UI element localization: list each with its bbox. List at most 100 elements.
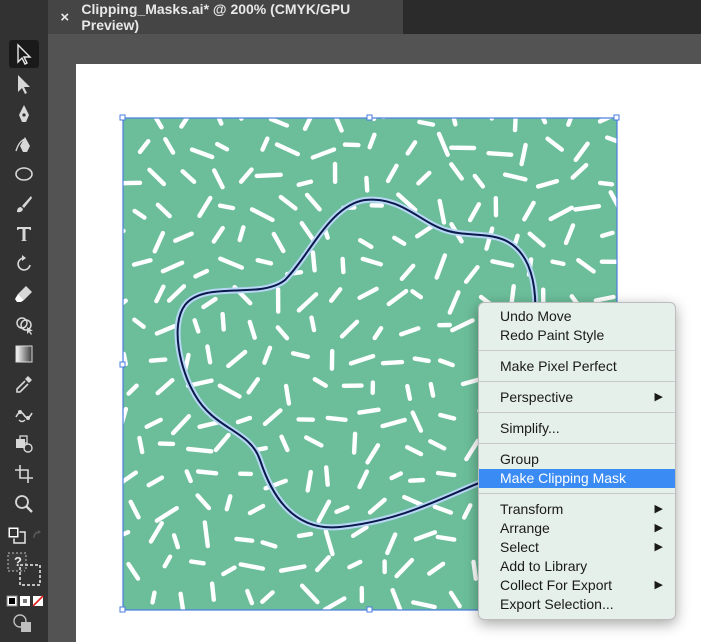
submenu-arrow-icon: ▶: [654, 579, 663, 591]
sprinkle: [610, 621, 626, 623]
menu-item-label: Group: [500, 451, 539, 467]
menu-item-label: Collect For Export: [500, 577, 613, 593]
sprinkle: [377, 625, 387, 640]
menu-item-group[interactable]: Group: [479, 450, 675, 469]
sprinkle: [380, 359, 405, 366]
sprinkle: [648, 257, 659, 267]
menu-separator: [479, 381, 675, 382]
sprinkle: [169, 615, 171, 629]
sprinkle: [195, 469, 219, 476]
sprinkle: [305, 469, 313, 493]
sprinkle: [405, 383, 413, 401]
sprinkle: [550, 259, 566, 267]
menu-item-collect-for-export[interactable]: Collect For Export ▶: [479, 576, 675, 595]
menu-item-label: Make Pixel Perfect: [500, 358, 617, 374]
menu-item-add-to-library[interactable]: Add to Library: [479, 557, 675, 576]
sprinkle: [340, 256, 346, 275]
menu-separator: [479, 443, 675, 444]
sprinkle: [381, 118, 389, 120]
sprinkle: [239, 118, 245, 121]
sprinkle: [464, 616, 472, 633]
sprinkle: [112, 119, 120, 129]
sprinkle: [309, 315, 317, 333]
sprinkle: [628, 231, 643, 243]
sprinkle: [325, 415, 348, 422]
sprinkle: [185, 446, 214, 454]
sprinkle: [310, 250, 317, 273]
menu-item-label: Export Selection...: [500, 596, 614, 612]
sprinkle: [123, 180, 143, 186]
sprinkle: [408, 477, 426, 483]
sprinkle: [412, 356, 431, 364]
menu-item-make-clipping-mask[interactable]: Make Clipping Mask: [479, 469, 675, 488]
sprinkle: [314, 615, 318, 632]
menu-separator: [479, 493, 675, 494]
sprinkle: [324, 465, 330, 487]
sprinkle: [296, 179, 314, 188]
sprinkle: [513, 631, 535, 634]
menu-item-export-selection[interactable]: Export Selection...: [479, 595, 675, 614]
sprinkle: [488, 622, 510, 629]
sprinkle: [202, 520, 211, 549]
sprinkle: [512, 118, 518, 133]
sprinkle: [283, 383, 292, 406]
sprinkle: [600, 230, 615, 239]
menu-item-transform[interactable]: Transform ▶: [479, 500, 675, 519]
sprinkle: [220, 311, 226, 332]
sprinkle: [254, 172, 283, 179]
sprinkle: [364, 175, 370, 193]
sprinkle: [344, 620, 359, 625]
menu-item-label: Perspective: [500, 389, 574, 405]
sprinkle: [234, 536, 255, 543]
menu-item-select[interactable]: Select ▶: [479, 538, 675, 557]
submenu-arrow-icon: ▶: [654, 541, 663, 553]
sprinkle: [255, 258, 274, 266]
sprinkle: [205, 344, 213, 365]
sprinkle: [641, 210, 662, 213]
sprinkle: [217, 203, 236, 211]
sprinkle: [638, 149, 648, 153]
sprinkle: [342, 142, 361, 148]
sprinkle: [598, 180, 615, 187]
sprinkle: [357, 407, 381, 415]
menu-item-label: Make Clipping Mask: [500, 470, 627, 486]
sprinkle: [209, 581, 217, 602]
sprinkle: [580, 633, 602, 635]
submenu-arrow-icon: ▶: [654, 522, 663, 534]
sprinkle: [148, 357, 168, 363]
menu-item-redo-paint-style[interactable]: Redo Paint Style: [479, 326, 675, 345]
menu-separator: [479, 412, 675, 413]
menu-separator: [479, 350, 675, 351]
sprinkle: [351, 431, 358, 455]
sprinkle: [150, 590, 157, 605]
sprinkle: [435, 470, 457, 478]
menu-item-undo-move[interactable]: Undo Move: [479, 307, 675, 326]
menu-item-arrange[interactable]: Arrange ▶: [479, 519, 675, 538]
menu-item-perspective[interactable]: Perspective ▶: [479, 388, 675, 407]
sprinkle: [188, 559, 206, 566]
menu-item-label: Simplify...: [500, 420, 560, 436]
menu-item-label: Transform: [500, 501, 564, 517]
sprinkle: [273, 631, 293, 638]
sprinkle: [137, 435, 145, 455]
submenu-arrow-icon: ▶: [654, 391, 663, 403]
menu-item-label: Select: [500, 539, 539, 555]
sprinkle: [428, 381, 436, 398]
sprinkle: [486, 150, 514, 157]
menu-item-make-pixel-perfect[interactable]: Make Pixel Perfect: [479, 357, 675, 376]
sprinkle: [296, 531, 314, 539]
sprinkle: [135, 624, 151, 633]
sprinkle: [178, 591, 186, 610]
sprinkle: [225, 621, 241, 626]
menu-item-label: Add to Library: [500, 558, 588, 574]
sprinkle: [194, 618, 198, 635]
context-menu: Undo Move Redo Paint Style Make Pixel Pe…: [478, 302, 676, 620]
sprinkle: [253, 624, 262, 642]
menu-item-label: Redo Paint Style: [500, 327, 605, 343]
sprinkle: [547, 621, 561, 627]
menu-item-simplify[interactable]: Simplify...: [479, 419, 675, 438]
sprinkle: [436, 615, 445, 634]
sprinkle: [435, 534, 457, 542]
submenu-arrow-icon: ▶: [654, 503, 663, 515]
menu-item-label: Undo Move: [500, 308, 572, 324]
